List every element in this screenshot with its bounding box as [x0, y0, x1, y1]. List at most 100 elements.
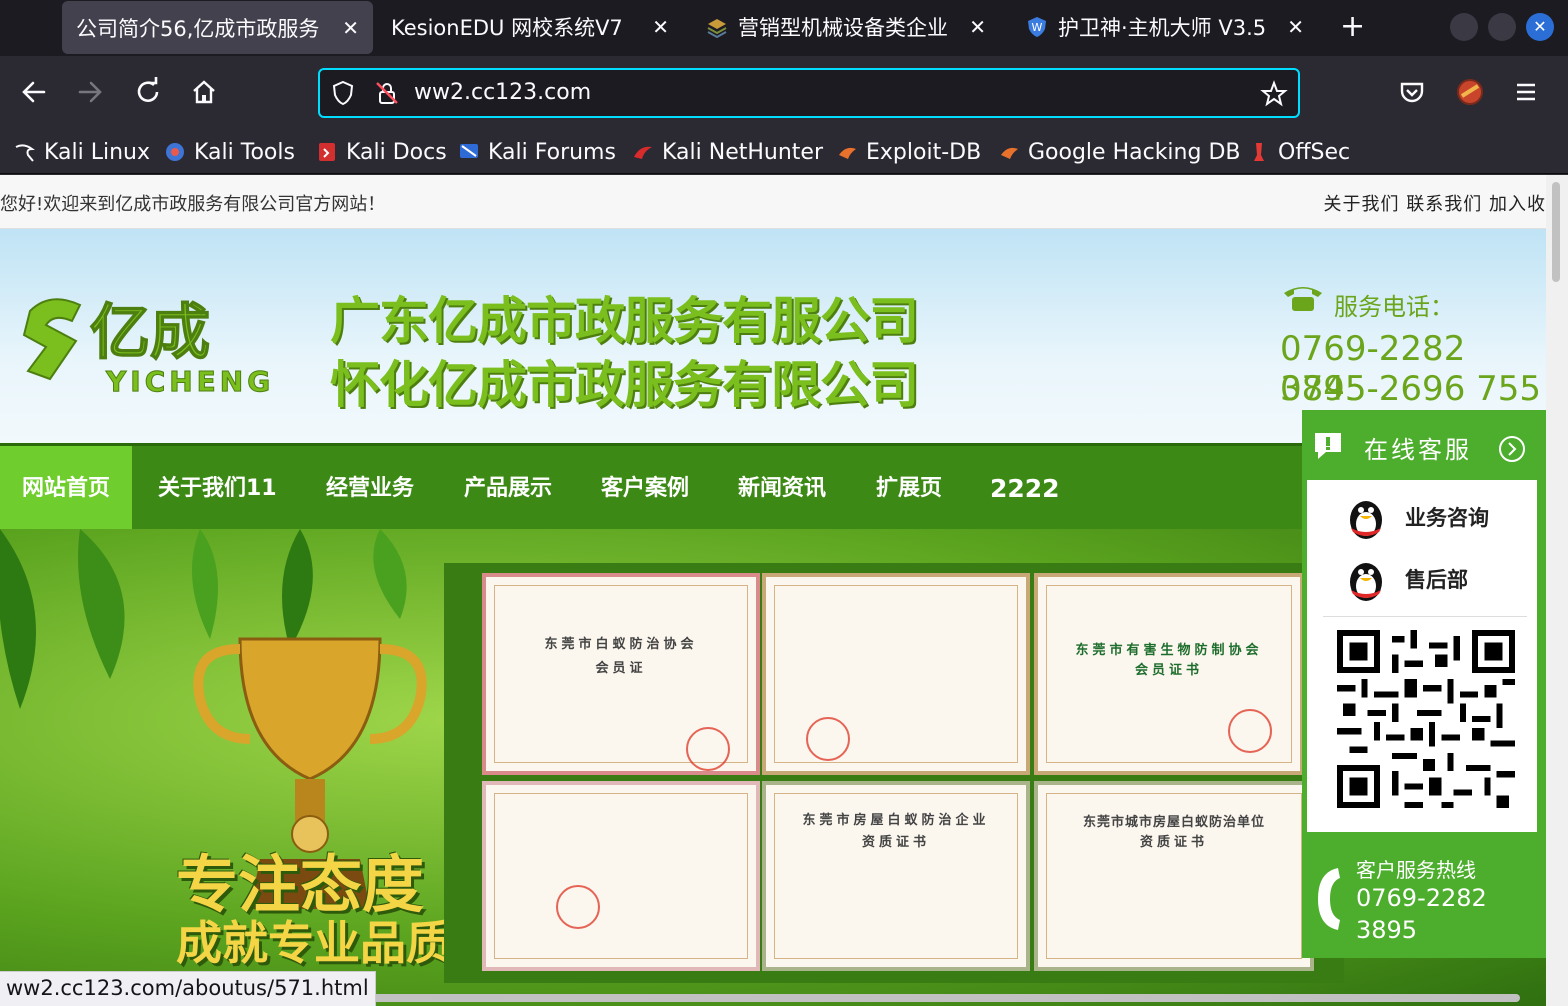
svg-text:W: W — [1032, 21, 1043, 34]
bookmark-star-icon[interactable] — [1260, 80, 1288, 108]
nav-about[interactable]: 关于我们11 — [158, 446, 277, 532]
red-seal-icon — [806, 717, 850, 761]
qq-label: 售后部 — [1405, 568, 1468, 592]
home-icon — [193, 80, 215, 104]
certificate-subtitle: 会员证 — [595, 661, 647, 676]
home-button[interactable] — [186, 74, 222, 110]
close-window-button[interactable]: ✕ — [1526, 13, 1554, 41]
bookmark-label: Kali Tools — [194, 139, 295, 165]
qq-business-consult[interactable]: 业务咨询 — [1341, 492, 1531, 542]
bookmark-label: Kali Linux — [44, 139, 151, 165]
browser-tab-2[interactable]: KesionEDU 网校系统V7 ✕ — [373, 0, 683, 54]
browser-tab-4[interactable]: W 护卫神·主机大师 V3.5 ✕ — [1018, 0, 1318, 54]
forward-arrow-icon — [78, 81, 102, 103]
nav-products[interactable]: 产品展示 — [464, 446, 552, 532]
certificate-subtitle: 会员证书 — [1134, 663, 1203, 678]
qq-penguin-icon — [1350, 501, 1382, 539]
bookmark-google-hacking-db[interactable]: Google Hacking DB — [998, 134, 1240, 170]
site-logo[interactable]: 亿成 YICHENG — [20, 291, 320, 401]
insecure-lock-icon[interactable] — [374, 80, 400, 106]
vertical-scroll-thumb[interactable] — [1552, 182, 1560, 282]
close-tab-icon[interactable]: ✕ — [969, 15, 986, 39]
browser-tab-3[interactable]: 营销型机械设备类企业 ✕ — [700, 0, 1000, 54]
bookmark-kali-forums[interactable]: Kali Forums — [458, 134, 616, 170]
certificate-title: 东莞市有害生物防制协会 — [1075, 643, 1263, 658]
extension-icon — [1457, 79, 1483, 105]
chevron-right-circle-icon[interactable] — [1498, 435, 1526, 463]
close-tab-icon[interactable]: ✕ — [342, 16, 359, 40]
minimize-button[interactable] — [1450, 13, 1478, 41]
bookmarks-toolbar: Kali Linux Kali Tools Kali Docs Kali For… — [0, 130, 1568, 174]
browser-tab-1[interactable]: 公司简介56,亿成市政服务 ✕ — [62, 1, 373, 54]
offsec-icon — [1254, 143, 1264, 161]
maximize-button[interactable] — [1488, 13, 1516, 41]
certificate-title: 东莞市白蚁防治协会 — [544, 637, 698, 652]
nav-2222[interactable]: 2222 — [990, 446, 1060, 532]
certificate-subtitle: 资质证书 — [861, 835, 930, 850]
app-menu-button[interactable] — [1508, 74, 1544, 110]
telephone-icon — [1284, 287, 1322, 311]
pocket-button[interactable] — [1394, 74, 1430, 110]
logo-wordmark: 亿成 — [90, 298, 210, 368]
top-links[interactable]: 关于我们 联系我们 加入收 — [1324, 190, 1546, 216]
bookmark-label: Kali Docs — [346, 139, 447, 165]
status-bar-link-preview: ww2.cc123.com/aboutus/571.html — [0, 971, 376, 1006]
bookmark-offsec[interactable]: OffSec — [1248, 134, 1350, 170]
certificate-card[interactable] — [482, 781, 760, 971]
exploit-db-icon — [839, 147, 856, 159]
cs-title: 在线客服 — [1364, 436, 1472, 464]
tab-title: 营销型机械设备类企业 — [738, 16, 948, 40]
forward-button[interactable] — [72, 74, 108, 110]
kali-docs-icon — [319, 143, 335, 161]
close-tab-icon[interactable]: ✕ — [1287, 15, 1304, 39]
kali-dragon-icon — [15, 144, 35, 162]
certificate-card[interactable]: 东莞市有害生物防制协会 会员证书 — [1034, 573, 1304, 775]
new-tab-button[interactable]: + — [1340, 10, 1365, 44]
bookmark-kali-tools[interactable]: Kali Tools — [164, 134, 295, 170]
address-bar[interactable]: ww2.cc123.com — [318, 68, 1300, 118]
bookmark-label: Kali NetHunter — [662, 139, 823, 165]
bookmark-exploit-db[interactable]: Exploit-DB — [836, 134, 981, 170]
certificate-gallery: 东莞市白蚁防治协会 会员证 东莞市有害生物防制协会 会员证书 东莞市房屋白蚁防治 — [444, 563, 1344, 983]
nav-news[interactable]: 新闻资讯 — [738, 446, 826, 532]
qq-label: 业务咨询 — [1405, 506, 1489, 530]
hamburger-menu-icon — [1517, 83, 1535, 101]
bookmark-kali-linux[interactable]: Kali Linux — [14, 134, 150, 170]
certificate-card[interactable]: 东莞市房屋白蚁防治企业 资质证书 — [762, 781, 1030, 971]
nav-business[interactable]: 经营业务 — [326, 446, 414, 532]
online-customer-service-panel: 在线客服 业务咨询 售后部 客户服务热线 0769-2282 3895 — [1302, 410, 1546, 958]
hotline-number: 0769-2282 3895 — [1356, 884, 1487, 944]
back-button[interactable] — [16, 74, 52, 110]
certificate-card[interactable] — [762, 573, 1030, 775]
divider — [1323, 616, 1527, 617]
tab-bar: 公司简介56,亿成市政服务 ✕ KesionEDU 网校系统V7 ✕ 营销型机械… — [0, 0, 1568, 56]
certificate-card[interactable]: 东莞市白蚁防治协会 会员证 — [482, 573, 760, 775]
nav-extension[interactable]: 扩展页 — [876, 446, 942, 532]
shield-icon: W — [1028, 17, 1046, 37]
nav-home[interactable]: 网站首页 — [0, 446, 133, 532]
bookmark-label: Kali Forums — [488, 139, 616, 165]
chat-alert-icon — [1315, 433, 1341, 459]
kali-tools-icon — [166, 143, 184, 161]
tracking-shield-icon[interactable] — [330, 80, 356, 106]
phone-handset-icon — [1318, 868, 1340, 930]
bookmark-kali-docs[interactable]: Kali Docs — [316, 134, 447, 170]
vertical-scrollbar[interactable] — [1546, 175, 1568, 1006]
certificate-title: 东莞市房屋白蚁防治企业 — [802, 813, 990, 828]
bookmark-label: Google Hacking DB — [1028, 139, 1241, 165]
red-seal-icon — [1228, 709, 1272, 753]
horizontal-scroll-thumb[interactable] — [360, 994, 1520, 1002]
qq-penguin-icon — [1350, 563, 1382, 601]
bookmark-kali-nethunter[interactable]: Kali NetHunter — [632, 134, 823, 170]
page-viewport: 您好!欢迎来到亿成市政服务有限公司官方网站！ 关于我们 联系我们 加入收 亿成 … — [0, 175, 1568, 1006]
pocket-icon — [1400, 82, 1424, 103]
certificate-card[interactable]: 东莞市城市房屋白蚁防治单位 资质证书 — [1034, 781, 1314, 971]
reload-button[interactable] — [130, 74, 166, 110]
qq-after-sales[interactable]: 售后部 — [1341, 554, 1531, 604]
nav-cases[interactable]: 客户案例 — [601, 446, 689, 532]
welcome-text: 您好!欢迎来到亿成市政服务有限公司官方网站！ — [0, 194, 386, 215]
close-tab-icon[interactable]: ✕ — [652, 15, 669, 39]
extension-button[interactable] — [1452, 74, 1488, 110]
tab-title: 公司简介56,亿成市政服务 — [76, 16, 320, 41]
navigation-toolbar: ww2.cc123.com — [0, 56, 1568, 130]
